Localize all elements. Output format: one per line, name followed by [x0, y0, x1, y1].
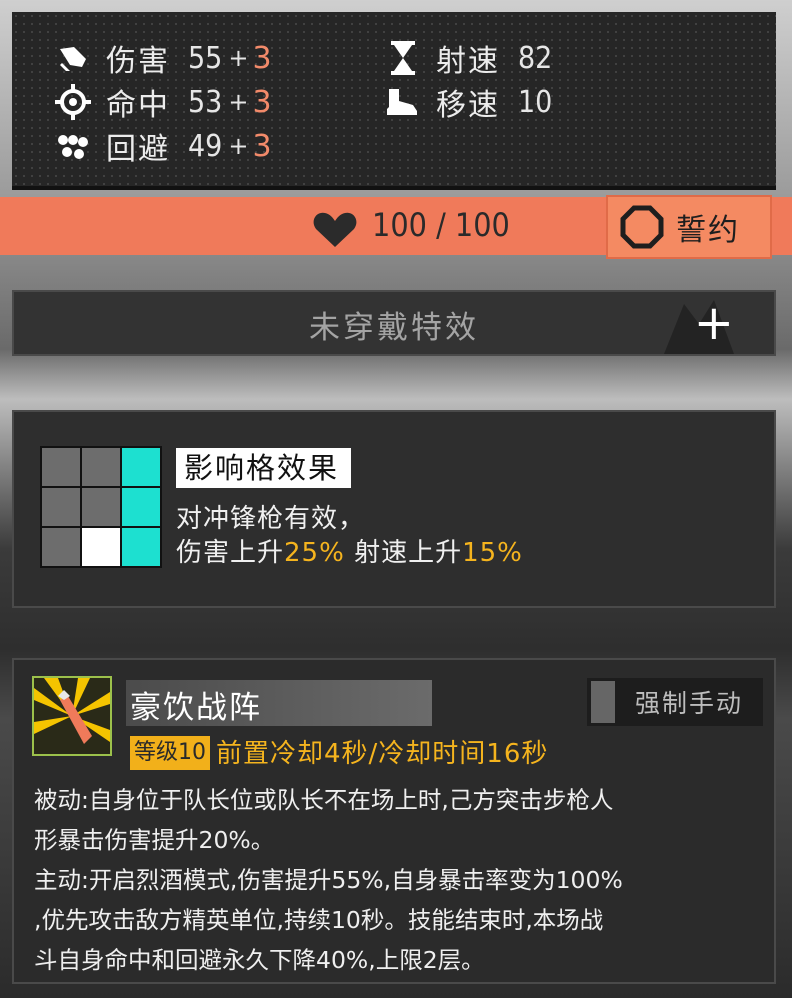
skill-name: 豪饮战阵 — [130, 690, 262, 726]
toggle-switch[interactable] — [591, 681, 615, 723]
tile-effect-damage-value: 25% — [284, 538, 345, 568]
skill-desc-line: ,优先攻击敌方精英单位,持续10秒。技能结束时,本场战 — [34, 906, 604, 934]
add-effect-icon[interactable]: + — [694, 298, 734, 348]
tile-effect-line1: 对冲锋枪有效， — [176, 504, 366, 534]
tile-cell — [42, 488, 80, 526]
tile-grid — [40, 446, 162, 568]
stat-evasion-plus: + — [228, 132, 249, 160]
tile-effect-panel: 影响格效果 对冲锋枪有效， 伤害上升25% 射速上升15% — [12, 410, 776, 608]
skill-bottle-icon — [32, 676, 112, 756]
stat-accuracy-bonus: 3 — [252, 84, 272, 120]
force-manual-label: 强制手动 — [635, 689, 744, 718]
tile-cell — [122, 488, 160, 526]
stat-evasion-bonus: 3 — [252, 128, 272, 164]
stat-rate-of-fire-label: 射速 — [436, 44, 500, 79]
hp-value: 100 / 100 — [372, 206, 510, 244]
oath-label: 誓约 — [676, 213, 740, 248]
tile-cell — [122, 528, 160, 566]
evasion-icon — [50, 130, 96, 162]
tile-cell — [82, 528, 120, 566]
heart-icon — [312, 211, 358, 253]
tile-effect-damage-text: 伤害上升 — [176, 538, 285, 568]
stat-accuracy: 命中 53 + 3 — [50, 82, 272, 123]
skill-panel: 豪饮战阵 强制手动 等级10 前置冷却4秒/冷却时间16秒 被动:自身位于队长位… — [12, 658, 776, 984]
tile-effect-rof-value: 15% — [462, 538, 523, 568]
stat-movement: 移速 10 — [380, 82, 553, 123]
tile-effect-line2: 伤害上升25% 射速上升15% — [176, 532, 523, 569]
stat-damage-label: 伤害 — [106, 44, 170, 79]
stat-accuracy-plus: + — [228, 88, 249, 116]
stat-damage-plus: + — [228, 44, 249, 72]
stat-rate-of-fire: 射速 82 — [380, 38, 553, 79]
stat-damage-bonus: 3 — [252, 40, 272, 76]
stat-movement-label: 移速 — [436, 88, 500, 123]
skill-description: 被动:自身位于队长位或队长不在场上时,己方突击步枪人 形暴击伤害提升20%。 主… — [34, 780, 764, 980]
stat-rate-of-fire-value: 82 — [518, 40, 553, 76]
skill-desc-line: 斗自身命中和回避永久下降40%,上限2层。 — [34, 946, 485, 974]
force-manual-toggle[interactable]: 强制手动 — [587, 678, 763, 726]
special-effect-slot[interactable]: 未穿戴特效 + — [12, 290, 776, 356]
stat-damage-base: 55 — [188, 40, 223, 76]
stat-movement-value: 10 — [518, 84, 553, 120]
tile-effect-rof-text: 射速上升 — [344, 538, 463, 568]
bullet-icon — [50, 43, 96, 73]
stat-damage: 伤害 55 + 3 — [50, 38, 272, 79]
octagon-icon — [620, 205, 664, 249]
tile-cell — [82, 448, 120, 486]
skill-desc-line: 形暴击伤害提升20%。 — [34, 826, 275, 854]
tile-effect-title: 影响格效果 — [176, 448, 351, 488]
boot-icon — [380, 87, 426, 117]
skill-level-badge: 等级10 — [130, 736, 210, 770]
tile-cell — [82, 488, 120, 526]
tile-cell — [122, 448, 160, 486]
stat-accuracy-label: 命中 — [106, 88, 170, 123]
skill-cooldown: 前置冷却4秒/冷却时间16秒 — [216, 739, 549, 769]
crosshair-icon — [50, 84, 96, 120]
stat-accuracy-base: 53 — [188, 84, 223, 120]
hourglass-icon — [380, 41, 426, 75]
stat-evasion: 回避 49 + 3 — [50, 126, 272, 167]
tile-cell — [42, 528, 80, 566]
tile-cell — [42, 448, 80, 486]
skill-desc-line: 被动:自身位于队长位或队长不在场上时,己方突击步枪人 — [34, 786, 614, 814]
stat-evasion-base: 49 — [188, 128, 223, 164]
stat-evasion-label: 回避 — [106, 132, 170, 167]
oath-button[interactable]: 誓约 — [606, 195, 772, 259]
skill-desc-line: 主动:开启烈酒模式,伤害提升55%,自身暴击率变为100% — [34, 866, 623, 894]
stats-panel: 伤害 55 + 3 命中 53 + 3 回避 49 + 3 射速 82 移速 1… — [12, 12, 776, 190]
